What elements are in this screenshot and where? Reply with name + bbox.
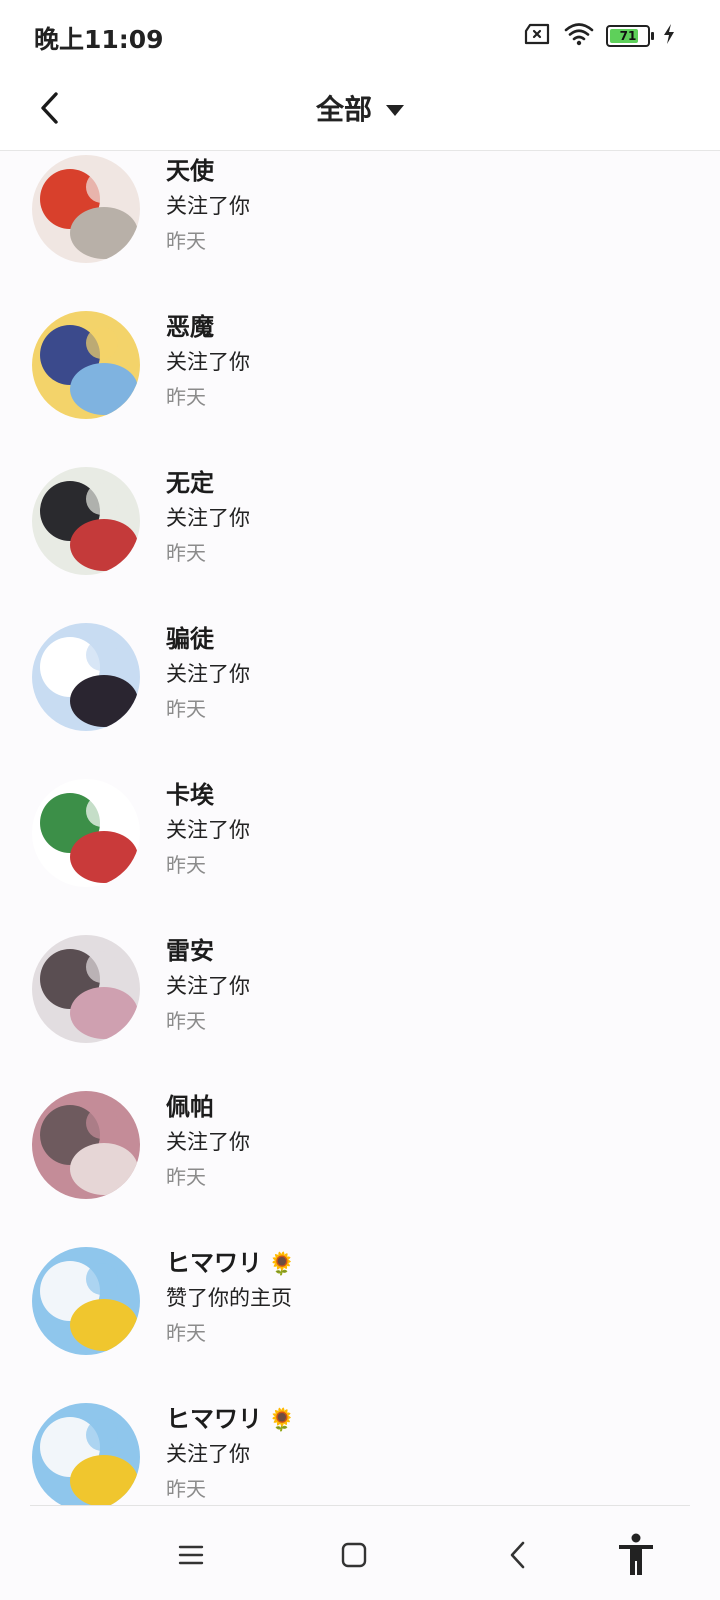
- notification-time: 昨天: [166, 1165, 206, 1189]
- avatar[interactable]: [32, 1403, 140, 1505]
- notification-action: 关注了你: [166, 194, 250, 218]
- sim-error-icon: [524, 23, 552, 49]
- user-name-text: 卡埃: [166, 781, 214, 809]
- caret-down-icon: [386, 104, 404, 116]
- avatar[interactable]: [32, 1091, 140, 1199]
- home-button[interactable]: [326, 1527, 382, 1583]
- battery-icon: 71: [606, 25, 654, 47]
- notification-action: 关注了你: [166, 818, 250, 842]
- system-nav-bar: [0, 1505, 720, 1600]
- notification-action: 关注了你: [166, 1442, 250, 1466]
- notification-item[interactable]: 佩帕 关注了你 昨天: [0, 1039, 720, 1199]
- menu-button[interactable]: [163, 1527, 219, 1583]
- notification-time: 昨天: [166, 1321, 206, 1345]
- avatar[interactable]: [32, 155, 140, 263]
- notification-list[interactable]: 天使 关注了你 昨天 恶魔 关注了你 昨天 无定 关注了你 昨天 骗徒 关注了你 昨天 卡埃 关注了你 昨天…: [0, 150, 720, 1505]
- user-name[interactable]: 卡埃: [166, 775, 214, 810]
- user-name[interactable]: 天使: [166, 151, 214, 186]
- accessibility-button[interactable]: [608, 1527, 664, 1583]
- notification-action: 赞了你的主页: [166, 1286, 292, 1310]
- user-name[interactable]: 恶魔: [166, 307, 214, 342]
- wifi-icon: [564, 22, 594, 50]
- user-name[interactable]: 佩帕: [166, 1087, 214, 1122]
- notification-item[interactable]: 恶魔 关注了你 昨天: [0, 259, 720, 419]
- notification-time: 昨天: [166, 541, 206, 565]
- notification-item[interactable]: 天使 关注了你 昨天: [0, 150, 720, 263]
- filter-dropdown[interactable]: 全部: [0, 80, 720, 136]
- notification-item[interactable]: 骗徒 关注了你 昨天: [0, 571, 720, 731]
- notification-action: 关注了你: [166, 1130, 250, 1154]
- sunflower-icon: 🌻: [268, 1408, 296, 1433]
- user-name-text: ヒマワリ: [166, 1405, 262, 1433]
- notification-list-inner: 天使 关注了你 昨天 恶魔 关注了你 昨天 无定 关注了你 昨天 骗徒 关注了你 昨天 卡埃 关注了你 昨天…: [0, 150, 720, 1505]
- notification-time: 昨天: [166, 697, 206, 721]
- menu-icon: [178, 1545, 204, 1565]
- notification-item[interactable]: ヒマワリ 🌻 关注了你昨天: [0, 1351, 720, 1505]
- notification-time: 昨天: [166, 1477, 206, 1501]
- status-time: 晚上11:09: [34, 25, 164, 54]
- avatar[interactable]: [32, 1247, 140, 1355]
- user-name-text: 天使: [166, 157, 214, 185]
- page-title: 全部: [315, 93, 372, 126]
- notification-item[interactable]: 卡埃 关注了你 昨天: [0, 727, 720, 887]
- user-name-text: 无定: [166, 469, 214, 497]
- notification-item[interactable]: 无定 关注了你 昨天: [0, 415, 720, 575]
- notification-item[interactable]: 雷安 关注了你 昨天: [0, 883, 720, 1043]
- user-name-text: 骗徒: [166, 625, 214, 653]
- user-name-text: 佩帕: [166, 1093, 214, 1121]
- avatar[interactable]: [32, 935, 140, 1043]
- notification-time: 昨天: [166, 853, 206, 877]
- system-back-button[interactable]: [490, 1527, 546, 1583]
- notification-time: 昨天: [166, 385, 206, 409]
- user-name-text: 雷安: [166, 937, 214, 965]
- notification-time: 昨天: [166, 229, 206, 253]
- user-name[interactable]: ヒマワリ 🌻: [166, 1399, 295, 1434]
- user-name-text: ヒマワリ: [166, 1249, 262, 1277]
- status-bar: 晚上11:09 71: [0, 0, 720, 68]
- user-name-text: 恶魔: [166, 313, 214, 341]
- charging-bolt-icon: [662, 23, 676, 49]
- notification-action: 关注了你: [166, 662, 250, 686]
- avatar[interactable]: [32, 467, 140, 575]
- avatar[interactable]: [32, 779, 140, 887]
- back-chevron-icon: [510, 1541, 525, 1569]
- battery-level: 71: [619, 29, 637, 43]
- notification-action: 关注了你: [166, 350, 250, 374]
- user-name[interactable]: 无定: [166, 463, 214, 498]
- notification-action: 关注了你: [166, 974, 250, 998]
- notification-time: 昨天: [166, 1009, 206, 1033]
- top-bar: 全部: [0, 68, 720, 151]
- avatar[interactable]: [32, 311, 140, 419]
- user-name[interactable]: 骗徒: [166, 619, 214, 654]
- home-square-icon: [341, 1542, 367, 1568]
- user-name[interactable]: 雷安: [166, 931, 214, 966]
- accessibility-icon: [619, 1533, 653, 1575]
- notification-action: 关注了你: [166, 506, 250, 530]
- status-icons: 71: [524, 22, 676, 50]
- nav-divider: [30, 1505, 690, 1506]
- notification-item[interactable]: ヒマワリ 🌻 赞了你的主页 昨天: [0, 1195, 720, 1355]
- sunflower-icon: 🌻: [268, 1252, 296, 1277]
- avatar[interactable]: [32, 623, 140, 731]
- user-name[interactable]: ヒマワリ 🌻: [166, 1243, 295, 1278]
